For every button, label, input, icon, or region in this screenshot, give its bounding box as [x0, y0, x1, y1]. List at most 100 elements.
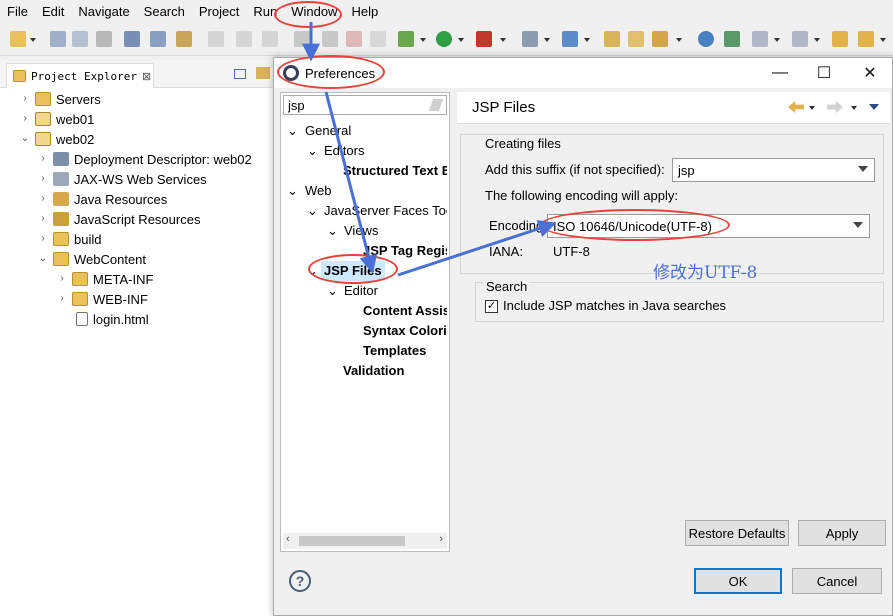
tree-item-web[interactable]: Web — [305, 181, 332, 201]
tree-item-web-inf[interactable]: › WEB-INF — [57, 289, 148, 309]
chevron-down-icon[interactable] — [851, 106, 857, 110]
next-annotation-icon[interactable] — [792, 31, 808, 47]
menu-edit[interactable]: Edit — [35, 0, 71, 24]
task-icon[interactable] — [724, 31, 740, 47]
expand-icon[interactable]: › — [57, 294, 67, 304]
chevron-down-icon[interactable] — [858, 166, 868, 172]
restore-defaults-button[interactable]: Restore Defaults — [685, 520, 789, 546]
chevron-down-icon[interactable] — [676, 38, 682, 42]
save-icon[interactable] — [50, 31, 66, 47]
back-icon[interactable] — [788, 101, 804, 113]
pen-icon[interactable] — [652, 31, 668, 47]
minimize-view-icon[interactable] — [234, 69, 246, 79]
tree-item-general[interactable]: General — [305, 121, 351, 141]
twisty-web[interactable]: ⌄ — [287, 181, 298, 201]
tree-item-web02[interactable]: ⌄ web02 — [20, 129, 95, 149]
expand-icon[interactable]: › — [20, 94, 30, 104]
help-icon[interactable]: ? — [289, 570, 311, 592]
suspend-icon[interactable] — [322, 31, 338, 47]
expand-icon[interactable]: › — [38, 174, 48, 184]
ok-button[interactable]: OK — [694, 568, 782, 594]
run-icon[interactable] — [436, 31, 452, 47]
new-java-class-icon[interactable] — [562, 31, 578, 47]
scrollbar-thumb[interactable] — [299, 536, 405, 546]
expand-icon[interactable]: › — [38, 154, 48, 164]
tree-item-validation[interactable]: Validation — [343, 361, 404, 381]
step-into-icon[interactable] — [208, 31, 224, 47]
chevron-down-icon[interactable] — [420, 38, 426, 42]
tree-item-login-html[interactable]: login.html — [76, 309, 149, 329]
tree-item-web01[interactable]: › web01 — [20, 109, 94, 129]
chevron-down-icon[interactable] — [880, 38, 886, 42]
menu-navigate[interactable]: Navigate — [71, 0, 136, 24]
forward-icon[interactable] — [827, 101, 843, 113]
include-jsp-checkbox[interactable]: ✓ — [485, 300, 498, 313]
twisty-editors[interactable]: ⌄ — [307, 141, 318, 161]
scroll-right-icon[interactable]: › — [439, 533, 443, 545]
collapse-icon[interactable]: ⌄ — [20, 134, 30, 144]
tree-item-content-assist[interactable]: Content Assis — [363, 301, 447, 321]
menu-search[interactable]: Search — [137, 0, 192, 24]
tree-item-editor[interactable]: Editor — [344, 281, 378, 301]
tree-item-meta-inf[interactable]: › META-INF — [57, 269, 153, 289]
link-editor-icon[interactable] — [256, 67, 270, 79]
expand-icon[interactable]: › — [57, 274, 67, 284]
tab-project-explorer[interactable]: Project Explorer ⊠ — [6, 63, 154, 88]
globe-icon[interactable] — [698, 31, 714, 47]
chevron-down-icon[interactable] — [774, 38, 780, 42]
chevron-down-icon[interactable] — [30, 38, 36, 42]
server-icon[interactable] — [522, 31, 538, 47]
open-type-icon[interactable] — [604, 31, 620, 47]
tree-item-webcontent[interactable]: ⌄ WebContent — [38, 249, 146, 269]
tree-item-templates[interactable]: Templates — [363, 341, 426, 361]
twisty-jsf[interactable]: ⌄ — [307, 201, 318, 221]
scroll-left-icon[interactable]: ‹ — [286, 533, 290, 545]
forward-icon[interactable] — [858, 31, 874, 47]
tree-item-java-resources[interactable]: › Java Resources — [38, 189, 167, 209]
skip-breakpoints-icon[interactable] — [124, 31, 140, 47]
tree-item-editors[interactable]: Editors — [324, 141, 364, 161]
save-all-icon[interactable] — [72, 31, 88, 47]
resume-icon[interactable] — [294, 31, 310, 47]
tree-item-views[interactable]: Views — [344, 221, 378, 241]
external-tools-icon[interactable] — [476, 31, 492, 47]
back-icon[interactable] — [832, 31, 848, 47]
step-return-icon[interactable] — [262, 31, 278, 47]
suffix-combo[interactable]: jsp — [672, 158, 875, 182]
apply-button[interactable]: Apply — [798, 520, 886, 546]
open-folder-icon[interactable] — [628, 31, 644, 47]
twisty-general[interactable]: ⌄ — [287, 121, 298, 141]
twisty-views[interactable]: ⌄ — [327, 221, 338, 241]
close-icon[interactable]: ⊠ — [142, 70, 151, 83]
step-over-icon[interactable] — [236, 31, 252, 47]
chevron-down-icon[interactable] — [500, 38, 506, 42]
chevron-down-icon[interactable] — [584, 38, 590, 42]
chevron-down-icon[interactable] — [458, 38, 464, 42]
toggle-mark-icon[interactable] — [150, 31, 166, 47]
expand-icon[interactable]: › — [38, 214, 48, 224]
tree-item-build[interactable]: › build — [38, 229, 101, 249]
debug-icon[interactable] — [398, 31, 414, 47]
tree-item-syntax-coloring[interactable]: Syntax Colori — [363, 321, 447, 341]
tree-item-structured-text[interactable]: Structured Text E — [343, 161, 447, 181]
twisty-editor[interactable]: ⌄ — [327, 281, 338, 301]
expand-icon[interactable]: › — [38, 234, 48, 244]
new-icon[interactable] — [10, 31, 26, 47]
format-icon[interactable] — [176, 31, 192, 47]
menu-project[interactable]: Project — [192, 0, 246, 24]
expand-icon[interactable]: › — [20, 114, 30, 124]
terminate-icon[interactable] — [346, 31, 362, 47]
chevron-down-icon[interactable] — [853, 222, 863, 228]
cancel-button[interactable]: Cancel — [792, 568, 882, 594]
filter-input[interactable] — [283, 95, 447, 115]
tree-item-servers[interactable]: › Servers — [20, 89, 100, 109]
maximize-button[interactable]: ☐ — [802, 58, 846, 88]
print-icon[interactable] — [96, 31, 112, 47]
menu-help[interactable]: Help — [344, 0, 385, 24]
tree-item-jsf-tools[interactable]: JavaServer Faces Too — [324, 201, 447, 221]
tree-item-deployment-descriptor[interactable]: › Deployment Descriptor: web02 — [38, 149, 251, 169]
collapse-icon[interactable]: ⌄ — [38, 254, 48, 264]
chevron-down-icon[interactable] — [814, 38, 820, 42]
chevron-down-icon[interactable] — [809, 106, 815, 110]
tree-item-jax-ws[interactable]: › JAX-WS Web Services — [38, 169, 206, 189]
